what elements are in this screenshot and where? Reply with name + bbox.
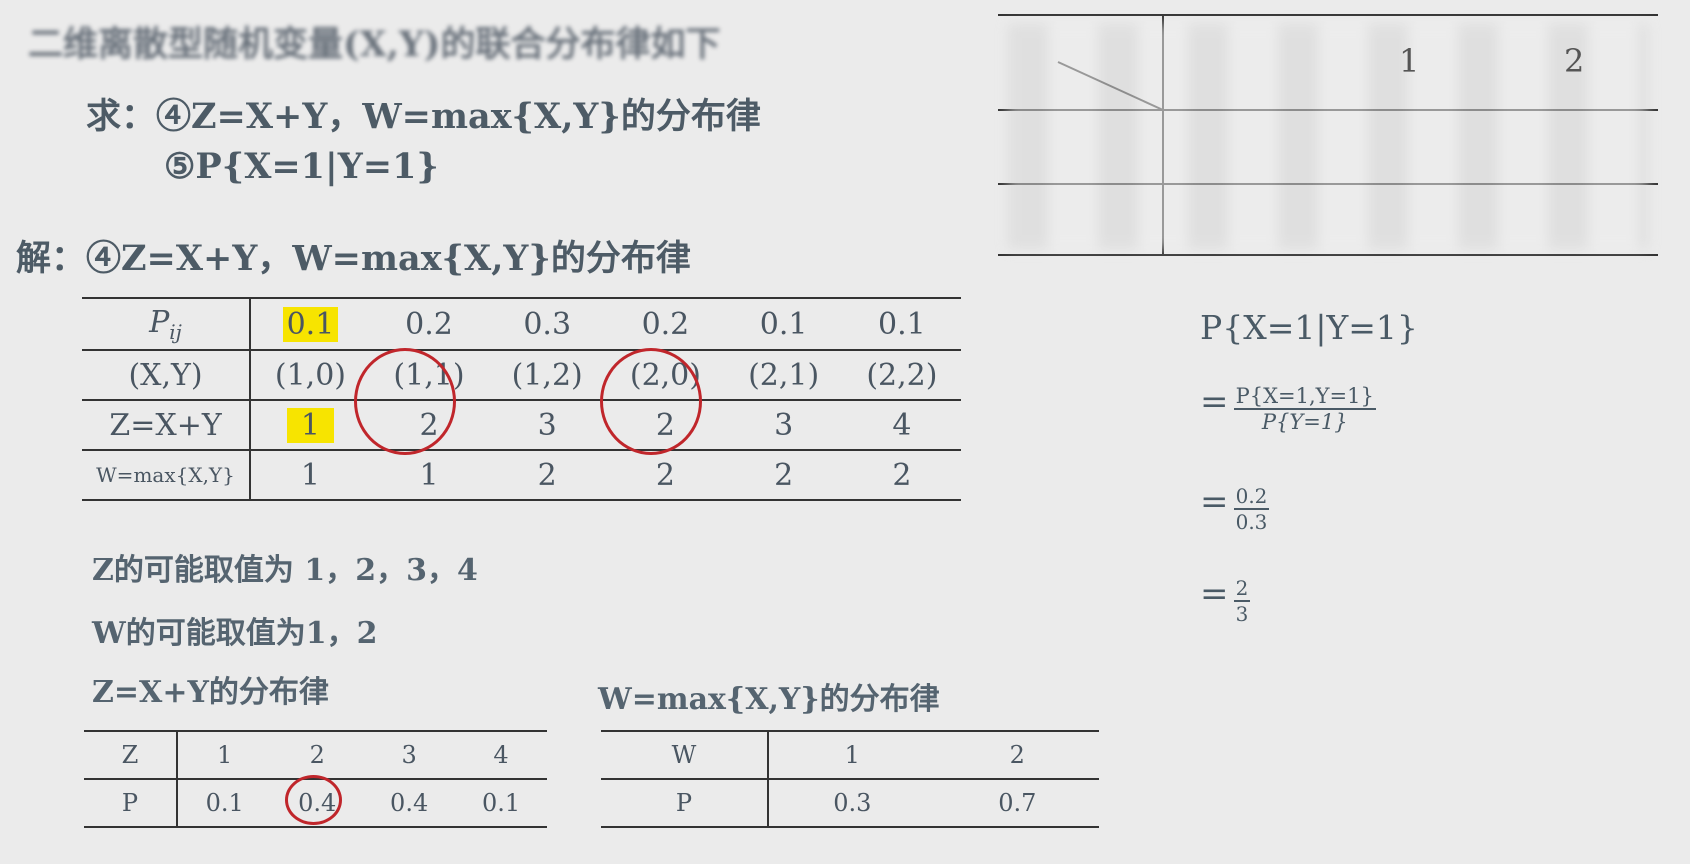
table-cell: (2,2) <box>866 357 938 393</box>
table-cell: 0.1 <box>759 306 808 342</box>
table-cell: 1 <box>250 400 370 450</box>
table-cell: 1 <box>217 741 233 769</box>
joint-col-header-2: 2 <box>1564 42 1585 80</box>
numerator: 2 <box>1233 575 1251 602</box>
table-cell: 2 <box>655 457 675 493</box>
table-cell: 2 <box>537 457 557 493</box>
table-row: P 0.3 0.7 <box>601 779 1099 827</box>
row-label: Z=X+Y <box>82 400 251 450</box>
table-row: Z 1 2 3 4 <box>84 731 547 779</box>
z-head: Z <box>84 731 178 779</box>
table-cell: (1,0) <box>274 357 346 393</box>
equals-sign: = <box>1200 482 1229 522</box>
table-cell: 0.1 <box>481 789 521 817</box>
highlighted-value: 0.1 <box>282 306 339 342</box>
circle-annotation-2-0 <box>600 348 702 455</box>
z-distribution-title: Z=X+Y的分布律 <box>92 675 329 710</box>
p-ij-label: Pij <box>82 298 251 350</box>
table-cell: 0.2 <box>405 306 453 342</box>
question-line-1: 求：④Z=X+Y，W=max{X,Y}的分布律 <box>86 96 761 137</box>
question-line-2: ⑤P{X=1|Y=1} <box>164 146 439 187</box>
w-possible-values: W的可能取值为1，2 <box>92 616 378 651</box>
equals-sign: = <box>1200 382 1229 422</box>
fraction: P{X=1,Y=1} P{Y=1} <box>1233 383 1376 434</box>
p-head: P <box>84 779 178 827</box>
table-cell: 1 <box>844 741 860 769</box>
highlighted-value: 1 <box>286 407 334 443</box>
denominator: 0.3 <box>1235 509 1268 534</box>
conditional-step-2: = 0.2 0.3 <box>1200 482 1270 534</box>
conditional-title: P{X=1|Y=1} <box>1200 308 1418 347</box>
fraction: 0.2 0.3 <box>1233 483 1270 534</box>
table-cell: 0.1 <box>878 306 926 342</box>
joint-table-blur-block <box>1008 24 1648 249</box>
circle-annotation-1-1 <box>354 348 456 455</box>
row-label: W=max{X,Y} <box>82 450 251 500</box>
fraction: 2 3 <box>1233 575 1251 626</box>
table-cell: 0.2 <box>641 306 690 342</box>
numerator: 0.2 <box>1233 483 1270 510</box>
denominator: 3 <box>1235 601 1249 626</box>
w-head: W <box>601 731 769 779</box>
conditional-step-3: = 2 3 <box>1200 574 1251 626</box>
table-cell: 3 <box>401 741 417 769</box>
table-row: Z=X+Y 1 2 3 2 3 4 <box>82 400 961 450</box>
table-cell: 0.7 <box>998 789 1037 817</box>
row-label: (X,Y) <box>82 350 251 400</box>
joint-distribution-table-obscured: 1 2 <box>998 14 1658 256</box>
equals-sign: = <box>1200 574 1229 614</box>
table-cell: 3 <box>537 407 557 443</box>
table-row: Pij 0.1 0.2 0.3 0.2 0.1 0.1 <box>82 298 961 350</box>
table-cell: 1 <box>300 457 320 493</box>
table-cell: 4 <box>493 741 509 769</box>
p-head: P <box>601 779 769 827</box>
main-distribution-table: Pij 0.1 0.2 0.3 0.2 0.1 0.1 (X,Y) (1,0) … <box>82 297 961 501</box>
table-cell: (2,1) <box>748 357 820 393</box>
conditional-step-1: = P{X=1,Y=1} P{Y=1} <box>1200 382 1376 434</box>
z-possible-values: Z的可能取值为 1，2，3，4 <box>92 553 478 588</box>
table-cell: 2 <box>892 457 912 493</box>
w-distribution-title: W=max{X,Y}的分布律 <box>598 682 940 717</box>
table-cell: 0.1 <box>250 298 370 350</box>
circle-annotation-p-0-4 <box>285 775 342 825</box>
table-cell: 0.4 <box>390 789 429 817</box>
page-title-obscured: 二维离散型随机变量(X,Y)的联合分布律如下 <box>28 24 721 65</box>
table-cell: 3 <box>774 407 794 443</box>
table-cell: 0.3 <box>833 789 872 817</box>
table-cell: 1 <box>419 457 439 493</box>
table-cell: 0.1 <box>205 789 244 817</box>
table-cell: 0.3 <box>523 306 572 342</box>
table-row: W=max{X,Y} 1 1 2 2 2 2 <box>82 450 961 500</box>
w-distribution-table: W 1 2 P 0.3 0.7 <box>601 730 1099 828</box>
joint-col-header-1: 1 <box>1399 42 1420 80</box>
table-cell: 2 <box>1009 741 1025 769</box>
table-cell: (1,2) <box>511 357 583 393</box>
table-cell: 2 <box>309 741 325 769</box>
solution-heading: 解：④Z=X+Y，W=max{X,Y}的分布律 <box>16 238 691 279</box>
numerator: P{X=1,Y=1} <box>1233 383 1376 410</box>
denominator: P{Y=1} <box>1261 409 1348 434</box>
table-cell: 4 <box>892 407 912 443</box>
table-row: W 1 2 <box>601 731 1099 779</box>
table-cell: 2 <box>774 457 794 493</box>
table-row: (X,Y) (1,0) (1,1) (1,2) (2,0) (2,1) (2,2… <box>82 350 961 400</box>
